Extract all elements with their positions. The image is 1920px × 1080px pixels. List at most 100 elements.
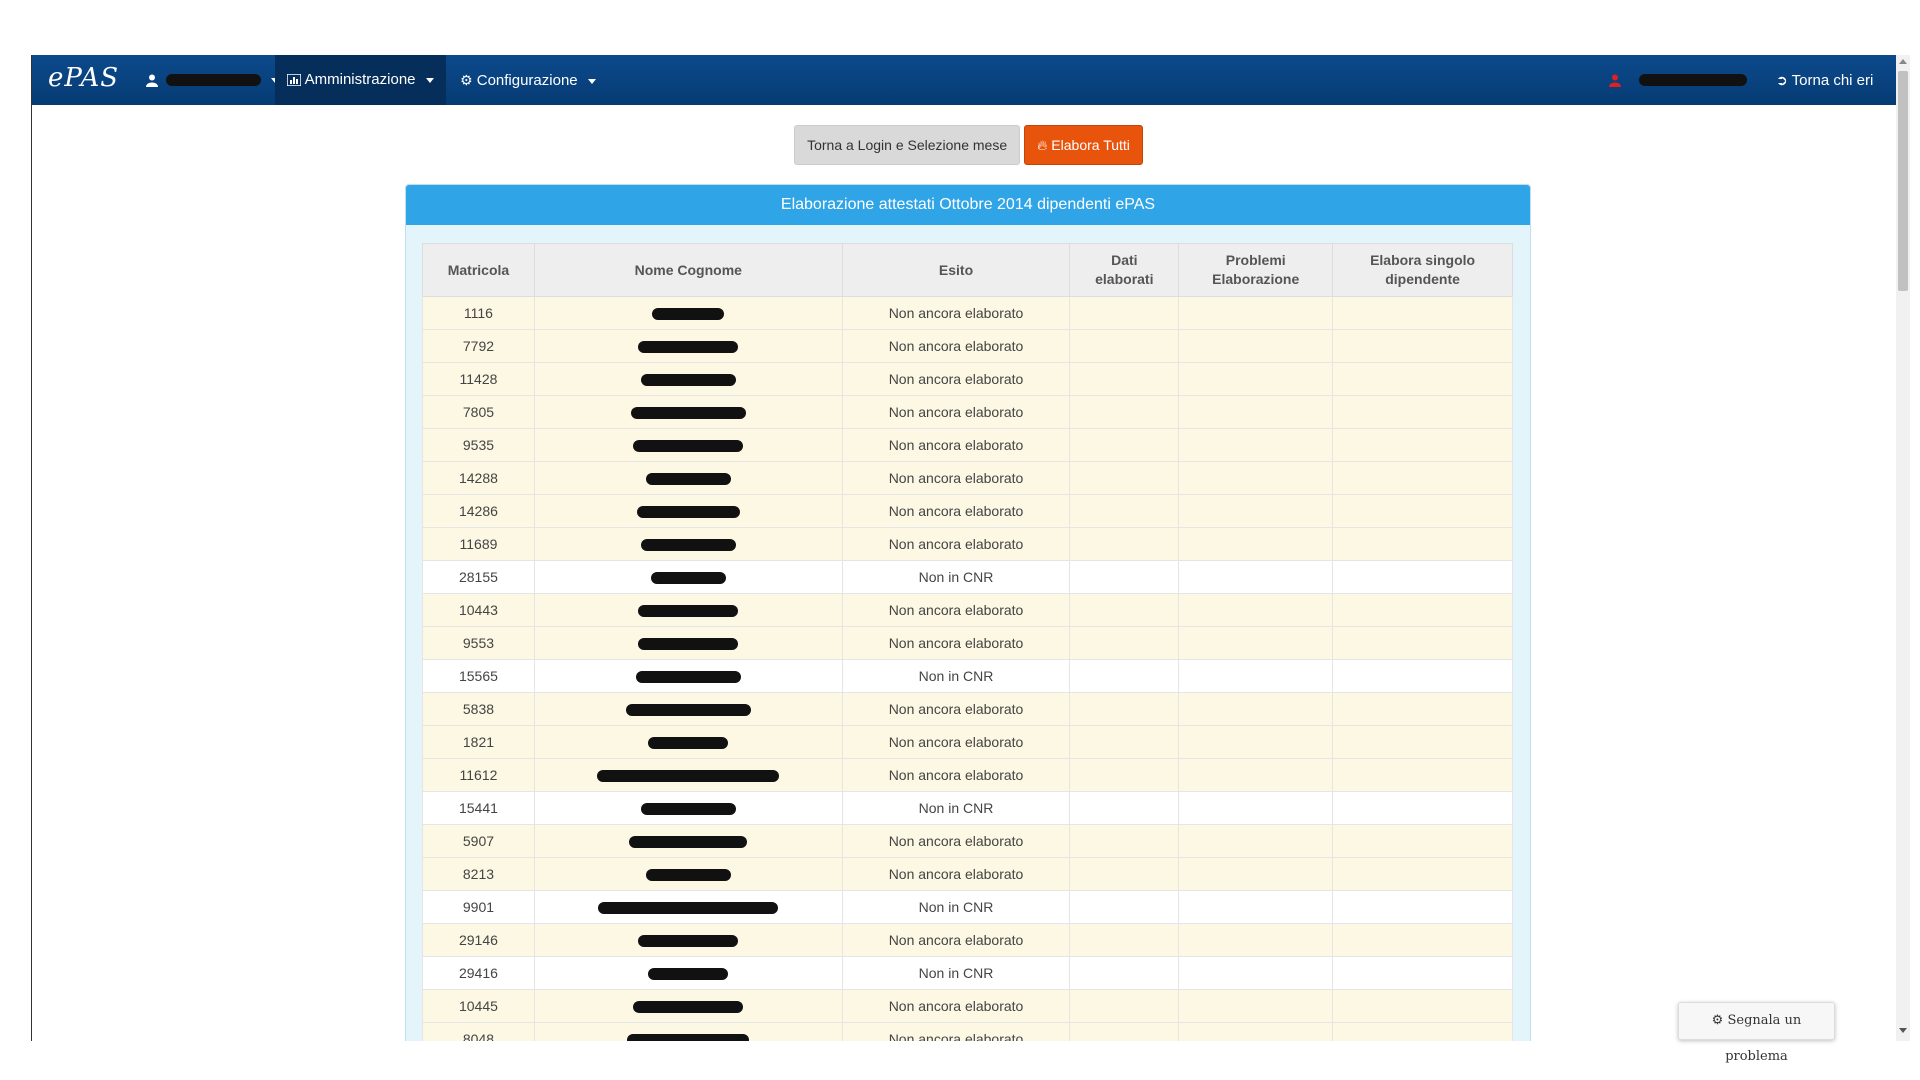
- cell-dati-elaborati: [1069, 824, 1180, 858]
- table-row: 11612 Non ancora elaborato: [422, 758, 1513, 792]
- redacted-current-user: [1639, 74, 1748, 87]
- cell-elabora-singolo: [1332, 758, 1513, 792]
- col-nome-cognome[interactable]: Nome Cognome: [533, 243, 843, 297]
- panel-title: Elaborazione attestati Ottobre 2014 dipe…: [406, 185, 1530, 225]
- cell-matricola: 15441: [422, 791, 535, 825]
- cell-nome-cognome: [533, 593, 843, 627]
- report-problem-label: Segnala un problema: [1725, 1013, 1802, 1064]
- col-esito[interactable]: Esito: [841, 243, 1071, 297]
- table-row: 9535 Non ancora elaborato: [422, 428, 1513, 462]
- cell-matricola: 29416: [422, 956, 535, 990]
- vertical-scrollbar[interactable]: [1896, 55, 1910, 1041]
- cell-nome-cognome: [533, 725, 843, 759]
- cell-elabora-singolo: [1332, 329, 1513, 363]
- chevron-down-icon: [425, 77, 434, 83]
- redacted-name: [625, 704, 751, 717]
- table-row: 1116 Non ancora elaborato: [422, 296, 1513, 330]
- user-menu[interactable]: [132, 55, 293, 105]
- col-elabora-singolo[interactable]: Elabora singolo dipendente: [1332, 243, 1513, 297]
- cell-elabora-singolo: [1332, 890, 1513, 924]
- logout-link[interactable]: ➲ Torna chi eri: [1776, 55, 1873, 105]
- cell-esito: Non ancora elaborato: [841, 857, 1071, 891]
- cell-dati-elaborati: [1069, 296, 1180, 330]
- redacted-name: [633, 440, 744, 453]
- cell-nome-cognome: [533, 989, 843, 1023]
- col-matricola[interactable]: Matricola: [422, 243, 535, 297]
- scroll-down-arrow-icon[interactable]: [1899, 1028, 1907, 1033]
- cell-esito: Non ancora elaborato: [841, 527, 1071, 561]
- redacted-name: [629, 836, 748, 849]
- cell-esito: Non ancora elaborato: [841, 989, 1071, 1023]
- table-row: 8213 Non ancora elaborato: [422, 857, 1513, 891]
- process-all-button[interactable]: 🔥︎ Elabora Tutti: [1024, 125, 1143, 165]
- scroll-thumb[interactable]: [1898, 71, 1908, 291]
- cell-problemi: [1178, 1022, 1334, 1041]
- cell-esito: Non ancora elaborato: [841, 824, 1071, 858]
- brand-logo[interactable]: ePAS: [48, 63, 119, 93]
- cell-elabora-singolo: [1332, 923, 1513, 957]
- col-dati-elaborati[interactable]: Dati elaborati: [1069, 243, 1180, 297]
- menu-amministrazione[interactable]: Amministrazione: [275, 55, 446, 105]
- redacted-name: [648, 968, 729, 981]
- cell-esito: Non in CNR: [841, 791, 1071, 825]
- redacted-username: [166, 74, 262, 87]
- table-row: 9553 Non ancora elaborato: [422, 626, 1513, 660]
- report-problem-button[interactable]: ⚙ Segnala un problema: [1678, 1002, 1835, 1064]
- table-row: 29146 Non ancora elaborato: [422, 923, 1513, 957]
- redacted-name: [640, 803, 736, 816]
- cell-esito: Non ancora elaborato: [841, 593, 1071, 627]
- current-user[interactable]: [1609, 55, 1748, 105]
- menu-configurazione[interactable]: ⚙ Configurazione: [460, 55, 596, 105]
- cell-problemi: [1178, 527, 1334, 561]
- logout-label: Torna chi eri: [1791, 72, 1874, 89]
- sign-out-icon: ➲: [1776, 72, 1788, 88]
- cell-nome-cognome: [533, 923, 843, 957]
- cell-elabora-singolo: [1332, 725, 1513, 759]
- back-to-login-button[interactable]: Torna a Login e Selezione mese: [794, 125, 1021, 165]
- cell-problemi: [1178, 362, 1334, 396]
- bar-chart-icon: [287, 74, 302, 87]
- cell-elabora-singolo: [1332, 989, 1513, 1023]
- cell-esito: Non in CNR: [841, 560, 1071, 594]
- table-row: 10445 Non ancora elaborato: [422, 989, 1513, 1023]
- table-row: 7805 Non ancora elaborato: [422, 395, 1513, 429]
- cell-dati-elaborati: [1069, 692, 1180, 726]
- cell-nome-cognome: [533, 659, 843, 693]
- col-problemi[interactable]: Problemi Elaborazione: [1178, 243, 1334, 297]
- cell-esito: Non ancora elaborato: [841, 329, 1071, 363]
- cell-problemi: [1178, 890, 1334, 924]
- cell-dati-elaborati: [1069, 527, 1180, 561]
- cell-dati-elaborati: [1069, 593, 1180, 627]
- cell-elabora-singolo: [1332, 428, 1513, 462]
- redacted-name: [652, 308, 725, 321]
- cell-problemi: [1178, 626, 1334, 660]
- cell-problemi: [1178, 560, 1334, 594]
- cell-elabora-singolo: [1332, 494, 1513, 528]
- redacted-name: [640, 539, 736, 552]
- scroll-up-arrow-icon[interactable]: [1899, 59, 1907, 64]
- cell-elabora-singolo: [1332, 1022, 1513, 1041]
- cell-problemi: [1178, 989, 1334, 1023]
- user-icon: [146, 74, 158, 87]
- process-all-label: Elabora Tutti: [1051, 137, 1130, 153]
- cell-elabora-singolo: [1332, 296, 1513, 330]
- table-row: 15441 Non in CNR: [422, 791, 1513, 825]
- cell-problemi: [1178, 659, 1334, 693]
- table-row: 8048 Non ancora elaborato: [422, 1022, 1513, 1041]
- cell-matricola: 7805: [422, 395, 535, 429]
- redacted-name: [650, 572, 726, 585]
- cell-problemi: [1178, 857, 1334, 891]
- cell-nome-cognome: [533, 857, 843, 891]
- cell-elabora-singolo: [1332, 824, 1513, 858]
- cell-dati-elaborati: [1069, 890, 1180, 924]
- cell-elabora-singolo: [1332, 362, 1513, 396]
- cell-nome-cognome: [533, 560, 843, 594]
- cell-problemi: [1178, 593, 1334, 627]
- redacted-name: [636, 506, 740, 519]
- cell-matricola: 14288: [422, 461, 535, 495]
- cell-elabora-singolo: [1332, 527, 1513, 561]
- top-navbar: ePAS Amministrazione ⚙ Configurazione ➲ …: [32, 55, 1905, 105]
- cell-esito: Non ancora elaborato: [841, 428, 1071, 462]
- cell-esito: Non ancora elaborato: [841, 923, 1071, 957]
- cell-dati-elaborati: [1069, 560, 1180, 594]
